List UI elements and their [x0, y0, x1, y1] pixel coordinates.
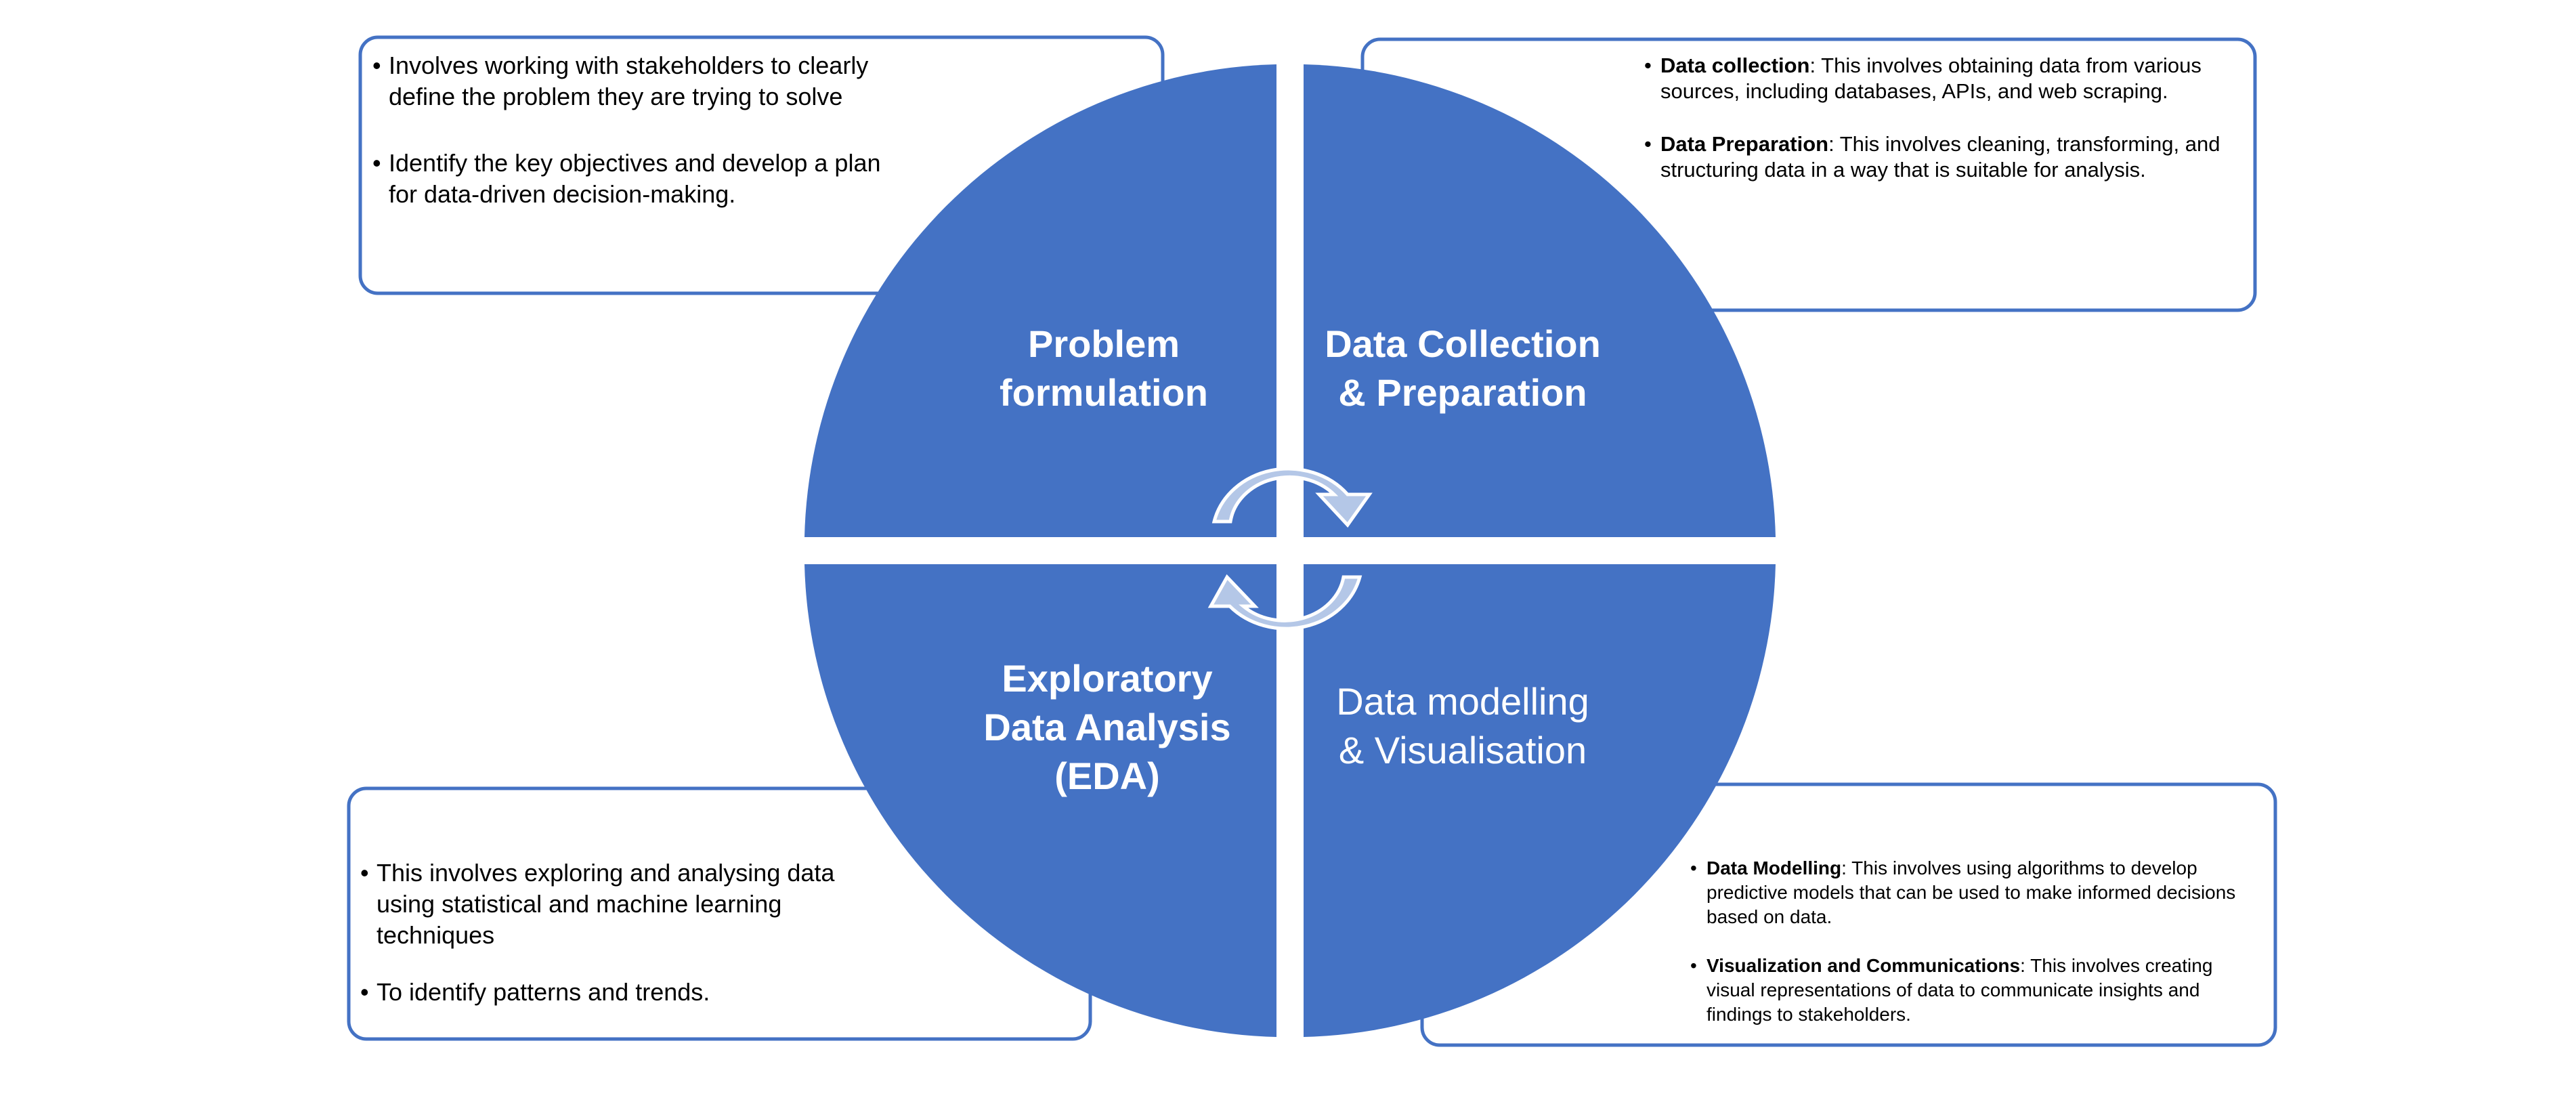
bullet-list: Data collection: This involves obtaining…	[1644, 53, 2247, 183]
callout-text-top-right: Data collection: This involves obtaining…	[1644, 53, 2247, 183]
callout-text-bottom-left: This involves exploring and analysing da…	[360, 857, 888, 1008]
bullet-item: Involves working with stakeholders to cl…	[372, 50, 901, 112]
quadrant-label-line: & Preparation	[1338, 371, 1587, 414]
bullet-term: Data Modelling	[1706, 857, 1842, 878]
quadrant-label-line: Data modelling	[1336, 680, 1589, 723]
data-science-lifecycle-diagram: Problem formulation Data Collection & Pr…	[0, 0, 2576, 1102]
bullet-item: Data Modelling: This involves using algo…	[1690, 856, 2266, 929]
quadrant-label-line: Problem	[1027, 322, 1180, 365]
quadrant-label-line: formulation	[1000, 371, 1208, 414]
quadrant-label-line: (EDA)	[1054, 755, 1160, 797]
quadrant-label-line: Data Analysis	[983, 706, 1231, 748]
bullet-list: This involves exploring and analysing da…	[360, 857, 888, 1008]
bullet-list: Data Modelling: This involves using algo…	[1690, 856, 2266, 1027]
bullet-item: Data Preparation: This involves cleaning…	[1644, 131, 2247, 183]
bullet-term: Data collection	[1660, 54, 1810, 77]
quadrant-label-top-right: Data Collection & Preparation	[1307, 320, 1618, 417]
bullet-term: Data Preparation	[1660, 132, 1829, 156]
callout-text-top-left: Involves working with stakeholders to cl…	[372, 50, 901, 210]
bullet-item: Data collection: This involves obtaining…	[1644, 53, 2247, 104]
quadrant-label-line: Data Collection	[1325, 322, 1601, 365]
bullet-item: Visualization and Communications: This i…	[1690, 954, 2266, 1027]
quadrant-label-line: Exploratory	[1002, 657, 1213, 700]
callout-text-bottom-right: Data Modelling: This involves using algo…	[1690, 856, 2266, 1027]
bullet-item: To identify patterns and trends.	[360, 977, 888, 1008]
bullet-item: This involves exploring and analysing da…	[360, 857, 888, 951]
quadrant-label-line: & Visualisation	[1338, 729, 1587, 771]
bullet-item: Identify the key objectives and develop …	[372, 148, 901, 210]
bullet-term: Visualization and Communications	[1706, 955, 2021, 976]
quadrant-label-bottom-left: Exploratory Data Analysis (EDA)	[948, 654, 1266, 801]
quadrant-label-top-left: Problem formulation	[968, 320, 1239, 417]
bullet-list: Involves working with stakeholders to cl…	[372, 50, 901, 210]
quadrant-label-bottom-right: Data modelling & Visualisation	[1307, 677, 1618, 775]
